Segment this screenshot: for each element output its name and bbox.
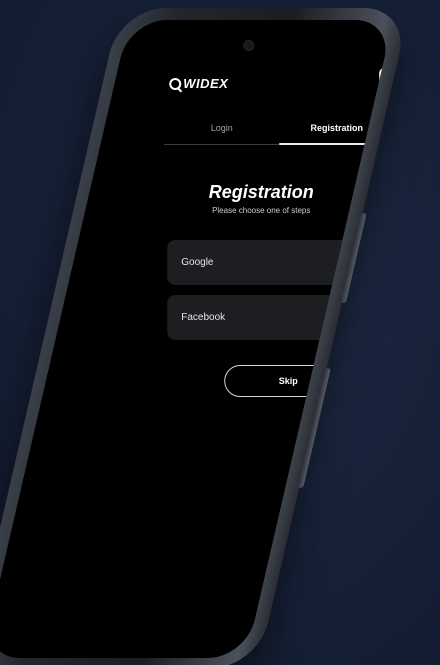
- facebook-option-button[interactable]: Facebook f: [167, 295, 394, 340]
- google-option-button[interactable]: Google: [167, 240, 394, 285]
- phone-screen: WIDEX Login Registration Registration Pl…: [0, 20, 394, 658]
- brand-name: WIDEX: [183, 76, 229, 91]
- skip-button[interactable]: Skip: [224, 365, 353, 397]
- google-option-label: Google: [181, 257, 214, 268]
- screen-content: WIDEX Login Registration Registration Pl…: [129, 20, 394, 658]
- stage: WIDEX Login Registration Registration Pl…: [0, 0, 440, 665]
- phone-mockup: WIDEX Login Registration Registration Pl…: [0, 8, 411, 665]
- auth-tabs: Login Registration: [164, 123, 394, 145]
- front-camera-icon: [243, 40, 255, 51]
- brand-logo-icon: [169, 77, 182, 90]
- google-icon: [367, 253, 385, 272]
- brand-logo: WIDEX: [169, 76, 228, 91]
- facebook-option-label: Facebook: [181, 312, 226, 323]
- facebook-icon: f: [368, 309, 386, 326]
- tab-login[interactable]: Login: [164, 123, 280, 145]
